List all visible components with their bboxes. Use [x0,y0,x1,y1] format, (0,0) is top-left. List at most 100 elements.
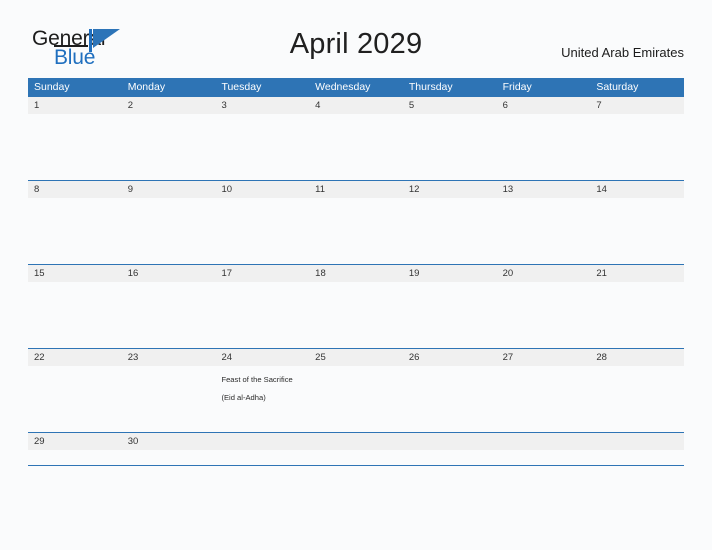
day-cell[interactable]: 28 [590,349,685,432]
day-cell[interactable]: 21 [590,265,685,348]
day-body [28,282,122,348]
day-body [28,114,122,180]
week-days: 15 16 17 18 19 20 21 [28,265,685,348]
day-body [497,450,591,465]
day-cell-empty [215,433,310,465]
week-row: 15 16 17 18 19 20 21 [28,264,685,348]
day-number: 11 [309,181,403,198]
day-body [403,282,497,348]
day-number: 17 [215,265,310,282]
day-body [28,450,122,465]
day-cell-empty [402,433,497,465]
day-number: 9 [121,181,216,198]
day-body [122,282,216,348]
day-cell[interactable]: 23 [121,349,216,432]
day-body [309,282,403,348]
day-number: 2 [121,97,216,114]
day-cell[interactable]: 25 [309,349,403,432]
day-cell[interactable]: 6 [496,97,591,180]
day-number [309,433,403,450]
day-number [402,433,497,450]
page-header: General Blue April 2029 United Arab Emir… [0,0,712,78]
weekday-header-row: Sunday Monday Tuesday Wednesday Thursday… [28,78,684,96]
day-body: Feast of the Sacrifice (Eid al-Adha) [215,366,309,432]
day-body [309,114,403,180]
day-number: 22 [28,349,122,366]
day-cell[interactable]: 20 [496,265,591,348]
day-number: 21 [590,265,685,282]
day-cell[interactable]: 9 [121,181,216,264]
day-body [122,198,216,264]
weekday-wednesday: Wednesday [315,81,371,93]
day-cell[interactable]: 24 Feast of the Sacrifice (Eid al-Adha) [215,349,310,432]
week-row: 22 23 24 Feast of the Sacrifice (Eid al-A… [28,348,685,432]
day-cell[interactable]: 17 [215,265,310,348]
day-cell[interactable]: 8 [28,181,122,264]
day-body [122,114,216,180]
day-cell-empty [496,433,591,465]
day-cell[interactable]: 11 [309,181,403,264]
day-body [215,450,309,465]
day-number: 20 [496,265,591,282]
day-body [122,366,216,432]
day-cell[interactable]: 15 [28,265,122,348]
day-cell-empty [590,433,685,465]
calendar-page: General Blue April 2029 United Arab Emir… [0,0,712,550]
week-days: 8 9 10 11 12 13 14 [28,181,685,264]
day-number: 6 [496,97,591,114]
day-cell[interactable]: 2 [121,97,216,180]
day-number: 8 [28,181,122,198]
day-cell[interactable]: 26 [402,349,497,432]
day-number: 12 [402,181,497,198]
day-body [590,366,684,432]
day-number: 16 [121,265,216,282]
week-days: 29 30 [28,433,685,465]
day-body [403,450,497,465]
day-body [28,366,122,432]
day-number: 5 [402,97,497,114]
day-cell[interactable]: 13 [496,181,591,264]
calendar-table: Sunday Monday Tuesday Wednesday Thursday… [28,78,685,466]
day-number: 4 [309,97,403,114]
day-cell[interactable]: 1 [28,97,122,180]
weekday-thursday: Thursday [408,81,453,93]
day-cell[interactable]: 12 [402,181,497,264]
day-body [215,282,309,348]
weekday-sunday: Sunday [34,81,70,93]
day-number: 28 [590,349,685,366]
day-cell[interactable]: 18 [309,265,403,348]
week-row: 1 2 3 4 5 6 7 [28,96,685,180]
day-cell[interactable]: 30 [121,433,216,465]
weekday-friday: Friday [502,81,532,93]
day-number [215,433,310,450]
day-body [309,450,403,465]
day-number: 30 [121,433,216,450]
day-number: 13 [496,181,591,198]
day-cell[interactable]: 5 [402,97,497,180]
week-row: 29 30 [28,432,685,466]
week-row: 8 9 10 11 12 13 14 [28,180,685,264]
day-cell[interactable]: 27 [496,349,591,432]
day-cell[interactable]: 29 [28,433,122,465]
day-number [496,433,591,450]
day-cell[interactable]: 22 [28,349,122,432]
day-cell-empty [309,433,403,465]
country-label: United Arab Emirates [561,45,684,60]
weekday-monday: Monday [127,81,166,93]
day-cell[interactable]: 19 [402,265,497,348]
day-cell[interactable]: 16 [121,265,216,348]
day-cell[interactable]: 3 [215,97,310,180]
day-cell[interactable]: 14 [590,181,685,264]
day-body [590,114,684,180]
day-number [590,433,685,450]
day-number: 1 [28,97,122,114]
day-body [403,366,497,432]
weekday-tuesday: Tuesday [221,81,262,93]
day-body [403,198,497,264]
day-cell[interactable]: 7 [590,97,685,180]
day-body [215,114,309,180]
day-number: 24 [215,349,310,366]
day-cell[interactable]: 10 [215,181,310,264]
day-body [28,198,122,264]
day-cell[interactable]: 4 [309,97,403,180]
